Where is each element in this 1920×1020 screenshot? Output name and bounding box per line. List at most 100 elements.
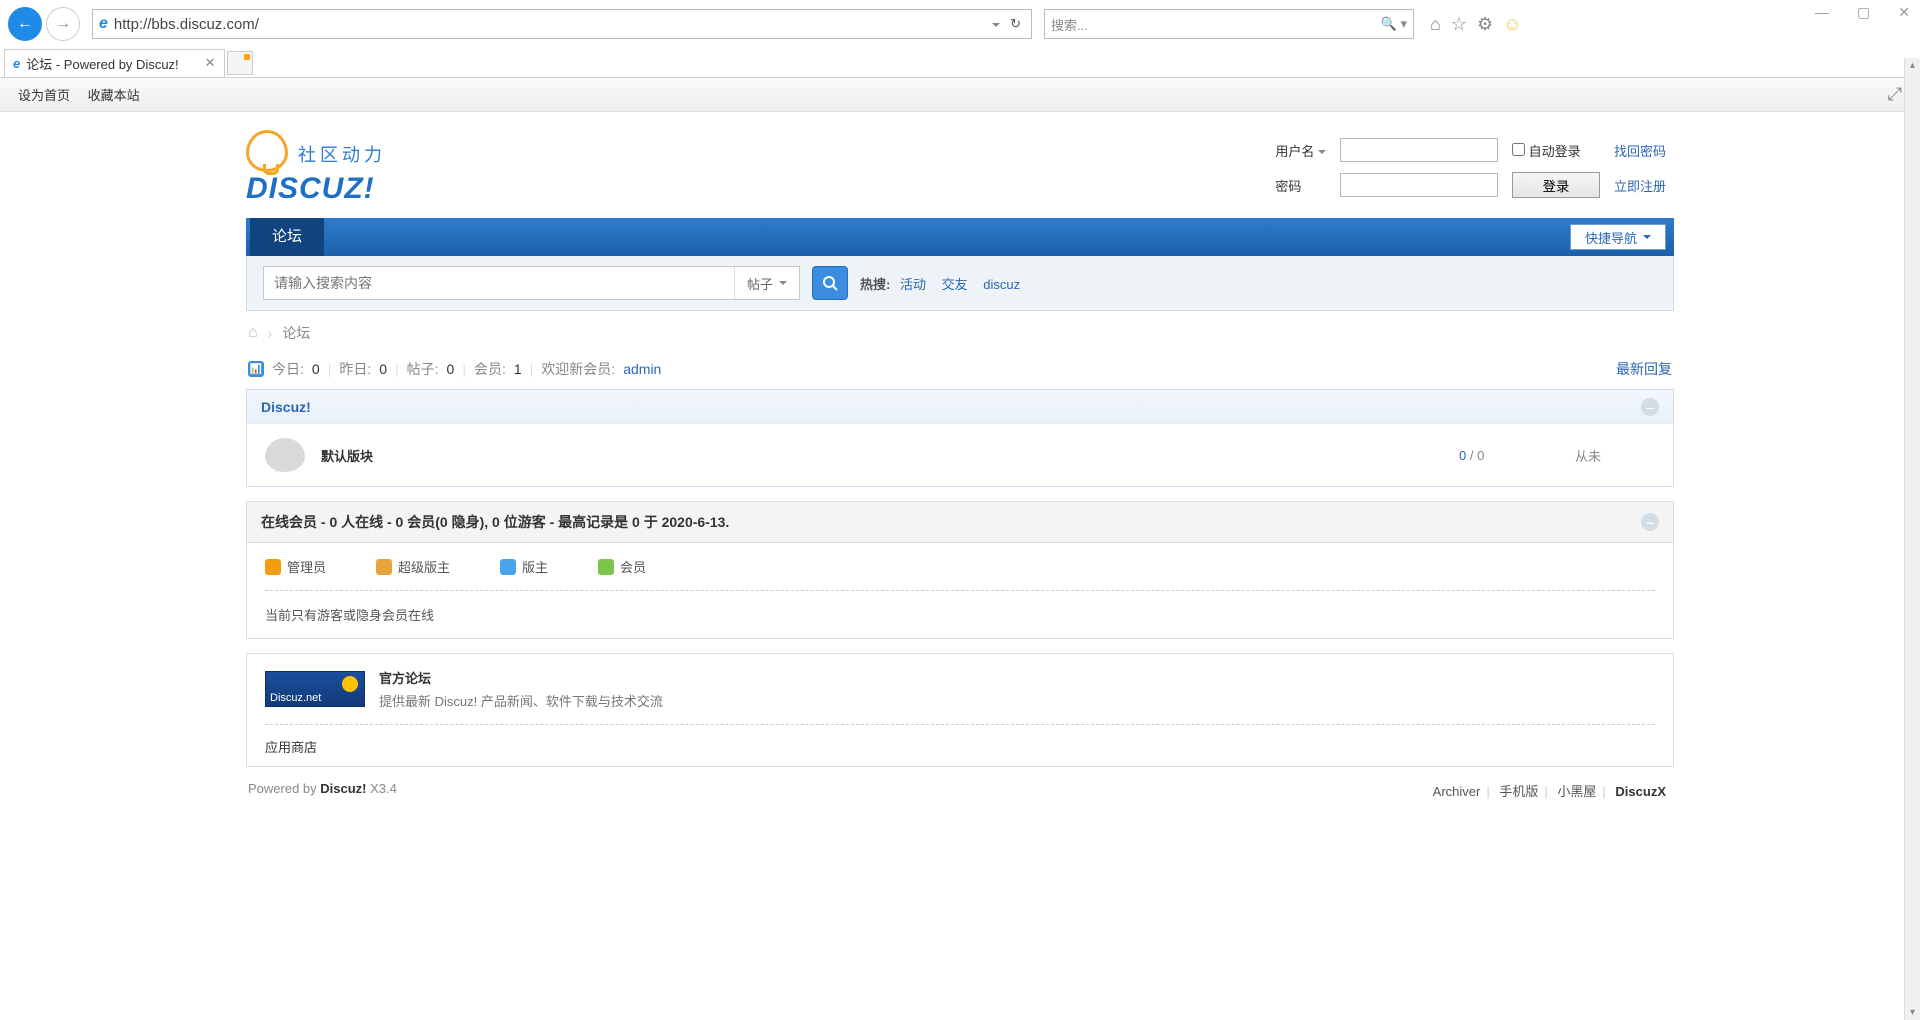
- latest-replies-link[interactable]: 最新回复: [1616, 361, 1672, 377]
- board-name-link[interactable]: 默认版块: [321, 446, 1443, 465]
- register-link[interactable]: 立即注册: [1614, 179, 1666, 194]
- footer-link[interactable]: 手机版: [1499, 784, 1538, 799]
- search-icon: [822, 275, 838, 291]
- board-row: 默认版块 0 / 0 从未: [247, 424, 1673, 486]
- auto-login-label[interactable]: 自动登录: [1512, 144, 1581, 159]
- forum-search-button[interactable]: [812, 266, 848, 300]
- nav-forum-tab[interactable]: 论坛: [250, 218, 324, 256]
- tab-favicon-icon: e: [13, 56, 20, 71]
- browser-forward-button[interactable]: →: [46, 7, 80, 41]
- footer-link[interactable]: DiscuzX: [1615, 784, 1666, 799]
- stats-newest-member-link[interactable]: admin: [623, 361, 661, 377]
- username-label: 用户名: [1275, 144, 1314, 159]
- role-smod-icon: [376, 559, 392, 575]
- app-store-link[interactable]: 应用商店: [265, 740, 317, 755]
- favorites-icon[interactable]: ☆: [1451, 14, 1467, 35]
- role-mod-icon: [500, 559, 516, 575]
- official-forum-title[interactable]: 官方论坛: [379, 668, 663, 687]
- role-mod-label: 版主: [522, 557, 548, 576]
- window-controls: — ▢ ✕: [1815, 4, 1910, 21]
- smiley-icon[interactable]: ☺: [1503, 14, 1521, 35]
- logo-en-text: DISCUZ!: [246, 172, 386, 206]
- role-member-label: 会员: [620, 557, 646, 576]
- refresh-icon[interactable]: ↻: [1006, 16, 1025, 32]
- breadcrumb-home-icon[interactable]: ⌂: [248, 324, 258, 342]
- tab-close-icon[interactable]: ✕: [205, 55, 216, 71]
- url-dropdown-icon[interactable]: [992, 17, 1000, 32]
- online-collapse-icon[interactable]: –: [1641, 513, 1659, 531]
- stats-posts-value: 0: [447, 361, 455, 377]
- browser-chrome: ← → e ↻ 搜索... 🔍 ▾ ⌂ ☆ ⚙ ☺ e 论坛 - Powered…: [0, 0, 1920, 78]
- hot-search-label: 热搜:: [860, 277, 890, 292]
- forum-search-input[interactable]: [264, 267, 734, 299]
- footer-link[interactable]: 小黑屋: [1557, 784, 1596, 799]
- vertical-scrollbar[interactable]: ▴ ▾: [1904, 58, 1920, 1020]
- stats-members-label: 会员:: [474, 359, 506, 379]
- stats-yesterday-value: 0: [379, 361, 387, 377]
- settings-icon[interactable]: ⚙: [1477, 14, 1493, 35]
- ie-logo-icon: e: [99, 15, 108, 33]
- stats-posts-label: 帖子:: [407, 359, 439, 379]
- category-collapse-icon[interactable]: –: [1641, 398, 1659, 416]
- role-member-icon: [598, 559, 614, 575]
- username-dropdown-icon[interactable]: [1318, 150, 1326, 158]
- category-title[interactable]: Discuz!: [261, 399, 311, 415]
- links-panel: Discuz.net 官方论坛 提供最新 Discuz! 产品新闻、软件下载与技…: [246, 653, 1674, 767]
- role-smod-label: 超级版主: [398, 557, 450, 576]
- hot-search-link[interactable]: 活动: [900, 277, 926, 292]
- search-type-dropdown[interactable]: 帖子: [734, 267, 799, 299]
- stats-members-value: 1: [514, 361, 522, 377]
- breadcrumb-forum[interactable]: 论坛: [282, 323, 310, 343]
- window-minimize[interactable]: —: [1815, 4, 1829, 21]
- role-admin-label: 管理员: [287, 557, 326, 576]
- scroll-down-icon[interactable]: ▾: [1905, 1007, 1920, 1018]
- login-box: 用户名 自动登录 找回密码 密码 登录 立即注册: [1267, 132, 1674, 204]
- hot-search-link[interactable]: 交友: [942, 277, 968, 292]
- password-input[interactable]: [1340, 173, 1498, 197]
- stats-icon[interactable]: 📊: [248, 361, 264, 377]
- board-sep: /: [1466, 448, 1477, 463]
- password-label: 密码: [1275, 179, 1301, 194]
- browser-tab[interactable]: e 论坛 - Powered by Discuz! ✕: [4, 49, 225, 77]
- new-tab-button[interactable]: [227, 51, 253, 75]
- banner-text: Discuz.net: [270, 692, 321, 704]
- address-bar[interactable]: e ↻: [92, 9, 1032, 39]
- window-maximize[interactable]: ▢: [1857, 4, 1870, 21]
- banner-sun-icon: [342, 676, 358, 692]
- board-posts: 0: [1477, 448, 1484, 463]
- board-lastpost: 从未: [1575, 446, 1655, 465]
- footer-link[interactable]: Archiver: [1433, 784, 1481, 799]
- home-icon[interactable]: ⌂: [1430, 14, 1441, 35]
- category-panel: Discuz! – 默认版块 0 / 0 从未: [246, 389, 1674, 487]
- site-logo[interactable]: 社区动力 DISCUZ!: [246, 130, 386, 206]
- footer-powered: Powered by Discuz! X3.4: [248, 781, 397, 800]
- browser-search-box[interactable]: 搜索... 🔍 ▾: [1044, 9, 1414, 39]
- breadcrumb: ⌂ › 论坛: [246, 311, 1674, 355]
- official-forum-banner[interactable]: Discuz.net: [265, 671, 365, 707]
- set-homepage-link[interactable]: 设为首页: [18, 88, 70, 103]
- stats-welcome-label: 欢迎新会员:: [541, 359, 615, 379]
- logo-cn-text: 社区动力: [298, 141, 386, 167]
- hot-search-link[interactable]: discuz: [983, 277, 1020, 292]
- stats-yesterday-label: 昨日:: [339, 359, 371, 379]
- username-input[interactable]: [1340, 138, 1498, 162]
- browser-back-button[interactable]: ←: [8, 7, 42, 41]
- scroll-up-icon[interactable]: ▴: [1905, 60, 1920, 71]
- login-button[interactable]: 登录: [1512, 172, 1600, 198]
- official-forum-desc: 提供最新 Discuz! 产品新闻、软件下载与技术交流: [379, 691, 663, 710]
- collapse-topbar-icon[interactable]: ⤢: [1888, 84, 1902, 105]
- auto-login-checkbox[interactable]: [1512, 143, 1525, 156]
- window-close[interactable]: ✕: [1898, 4, 1910, 21]
- tab-title: 论坛 - Powered by Discuz!: [26, 54, 178, 73]
- find-password-link[interactable]: 找回密码: [1614, 144, 1666, 159]
- online-panel: 在线会员 - 0 人在线 - 0 会员(0 隐身), 0 位游客 - 最高记录是…: [246, 501, 1674, 639]
- favorite-site-link[interactable]: 收藏本站: [88, 88, 140, 103]
- quick-nav-button[interactable]: 快捷导航: [1570, 224, 1666, 250]
- online-header-text: 在线会员 - 0 人在线 - 0 会员(0 隐身), 0 位游客 - 最高记录是…: [261, 512, 729, 532]
- online-message: 当前只有游客或隐身会员在线: [265, 591, 1655, 624]
- logo-bulb-icon: [246, 130, 288, 172]
- main-nav: 论坛 快捷导航: [246, 218, 1674, 256]
- stats-today-label: 今日:: [272, 359, 304, 379]
- board-icon: [265, 438, 305, 472]
- url-input[interactable]: [114, 16, 986, 33]
